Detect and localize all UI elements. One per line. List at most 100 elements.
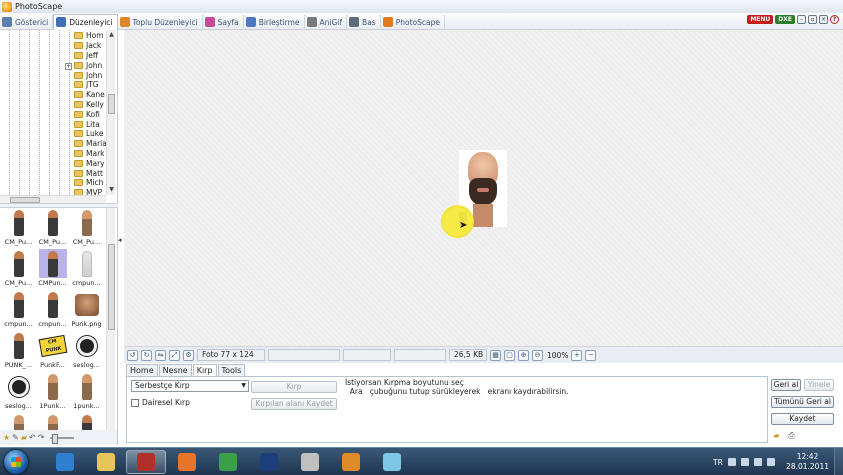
- rotate-right-icon[interactable]: ↻: [141, 349, 152, 361]
- taskbar-app-explorer[interactable]: [86, 450, 126, 474]
- thumbnail-item[interactable]: seslog...: [2, 372, 35, 413]
- thumbnail-item[interactable]: 1punk...: [70, 372, 103, 413]
- settings-icon[interactable]: ⚙: [183, 349, 194, 361]
- tab-4[interactable]: Birleştirme: [244, 14, 305, 30]
- circle-crop-checkbox[interactable]: [131, 398, 139, 407]
- thumbnail-scrollbar[interactable]: [106, 208, 115, 430]
- thumbnail-item[interactable]: seslog...: [70, 331, 103, 372]
- volume-icon[interactable]: [753, 458, 762, 466]
- tree-folder-item[interactable]: Mark: [74, 149, 108, 159]
- edit-tab-0[interactable]: Home: [126, 364, 158, 376]
- tree-folder-item[interactable]: Lita: [74, 119, 108, 129]
- thumbnail-item[interactable]: CM_Pu...: [70, 208, 103, 249]
- tree-folder-item[interactable]: Hom: [74, 31, 108, 41]
- thumbnail-item[interactable]: 1Punk...: [36, 372, 69, 413]
- circle-crop-checkbox-row[interactable]: Dairesel Kırp: [131, 398, 190, 407]
- taskbar-app-photoshop[interactable]: [249, 450, 289, 474]
- zoom-fit-icon[interactable]: ⊖: [532, 349, 543, 361]
- tree-horizontal-scrollbar[interactable]: [0, 195, 106, 203]
- menu-button[interactable]: MENU: [747, 15, 774, 24]
- forward-arrow-icon[interactable]: ↷: [38, 433, 45, 442]
- thumbnail-item[interactable]: 1punk...: [36, 413, 69, 430]
- open-folder-icon[interactable]: ▰: [771, 431, 782, 441]
- tab-5[interactable]: AniGif: [305, 14, 348, 30]
- tree-folder-item[interactable]: Mary: [74, 158, 108, 168]
- taskbar-app-photoscape[interactable]: [372, 450, 412, 474]
- save-crop-area-button[interactable]: Kırpılan alanı Kaydet: [251, 398, 337, 410]
- thumbnail-item[interactable]: CM_Pu...: [2, 249, 35, 290]
- thumbnail-item[interactable]: cmpun...: [2, 290, 35, 331]
- tree-folder-item[interactable]: Matt: [74, 168, 108, 178]
- undo-button[interactable]: Geri al: [771, 379, 801, 391]
- flag-icon[interactable]: [727, 458, 736, 466]
- tree-folder-item[interactable]: Mich: [74, 178, 108, 188]
- undo-all-button[interactable]: Tümünü Geri al: [771, 396, 834, 408]
- star-icon[interactable]: ★: [3, 433, 10, 442]
- help-icon[interactable]: ?: [830, 15, 839, 24]
- tab-3[interactable]: Sayfa: [203, 14, 244, 30]
- collapse-panel-arrow-icon[interactable]: ◂: [118, 236, 122, 244]
- image-canvas[interactable]: ➤: [124, 30, 843, 346]
- thumbnail-item[interactable]: PUNK_...: [2, 331, 35, 372]
- taskbar-app-ie[interactable]: [45, 450, 85, 474]
- redo-button[interactable]: Yinele: [804, 379, 834, 391]
- rotate-left-icon[interactable]: ↺: [127, 349, 138, 361]
- tree-folder-item[interactable]: Jack: [74, 41, 108, 51]
- dxe-button[interactable]: DXE: [775, 15, 795, 24]
- tab-6[interactable]: Bas: [347, 14, 381, 30]
- thumbnail-item[interactable]: CM_Pu...: [2, 208, 35, 249]
- restore-icon[interactable]: ▫: [808, 15, 817, 24]
- save-button[interactable]: Kaydet: [771, 413, 834, 425]
- show-desktop-button[interactable]: [834, 448, 843, 475]
- tree-folder-item[interactable]: John: [74, 60, 108, 70]
- zoom-actual-icon[interactable]: ⊕: [518, 349, 529, 361]
- network-icon[interactable]: [740, 458, 749, 466]
- clock[interactable]: 12:42 28.01.2011: [786, 452, 829, 472]
- thumbnail-item[interactable]: cmpun...: [70, 249, 103, 290]
- zoom-out-icon[interactable]: −: [585, 349, 597, 361]
- print-icon[interactable]: ⎙: [786, 431, 797, 441]
- grid-icon[interactable]: ▦: [490, 349, 501, 361]
- tree-folder-item[interactable]: Kofi: [74, 109, 108, 119]
- thumbnail-panel[interactable]: CM_Pu... CM_Pu... CM_Pu... CM_Pu... CMPun...…: [0, 208, 118, 430]
- thumbnail-item[interactable]: cmpun...: [36, 290, 69, 331]
- fit-icon[interactable]: ▢: [504, 349, 515, 361]
- thumbnail-item[interactable]: CM_Pu...: [36, 208, 69, 249]
- tree-folder-item[interactable]: Maria: [74, 139, 108, 149]
- scroll-down-arrow-icon[interactable]: ▼: [108, 186, 115, 193]
- flip-icon[interactable]: ⇋: [155, 349, 166, 361]
- scroll-thumb[interactable]: [108, 94, 115, 114]
- minimize-icon[interactable]: –: [797, 15, 806, 24]
- tree-folder-item[interactable]: JTG: [74, 80, 108, 90]
- taskbar-app-firefox[interactable]: [167, 450, 207, 474]
- taskbar-app-chrome[interactable]: [208, 450, 248, 474]
- folder-icon[interactable]: ▰: [21, 433, 27, 442]
- thumbnail-item[interactable]: Punk.png: [70, 290, 103, 331]
- scroll-up-arrow-icon[interactable]: ▲: [108, 31, 115, 38]
- tree-folder-item[interactable]: Jeff: [74, 51, 108, 61]
- tab-0[interactable]: Gösterici: [0, 14, 54, 30]
- thumbnail-item[interactable]: CM PUNK PunkF...: [36, 331, 69, 372]
- start-button[interactable]: [4, 450, 28, 474]
- tree-expander-icon[interactable]: +: [65, 63, 72, 70]
- power-icon[interactable]: [766, 458, 775, 466]
- tree-folder-item[interactable]: Kane: [74, 90, 108, 100]
- thumbnail-item[interactable]: CMPun...: [36, 249, 69, 290]
- resize-icon[interactable]: ⤢: [169, 349, 180, 361]
- tools-icon[interactable]: ✎: [12, 433, 19, 442]
- taskbar-app-app-red[interactable]: [126, 450, 166, 474]
- tree-folder-item[interactable]: Luke: [74, 129, 108, 139]
- crop-button[interactable]: Kırp: [251, 381, 337, 393]
- edit-tab-3[interactable]: Tools: [217, 364, 246, 376]
- taskbar-app-player[interactable]: [331, 450, 371, 474]
- scroll-thumb[interactable]: [108, 244, 115, 330]
- crop-mode-select[interactable]: Serbestçe Kırp ▼: [131, 380, 249, 392]
- edit-tab-1[interactable]: Nesne: [158, 364, 192, 376]
- thumbnail-item[interactable]: 35cmp...: [70, 413, 103, 430]
- thumbnail-size-slider[interactable]: [50, 433, 75, 444]
- zoom-in-icon[interactable]: +: [571, 349, 583, 361]
- back-arrow-icon[interactable]: ↶: [29, 433, 36, 442]
- folder-tree[interactable]: + Hom Jack Jeff John John JTG Kane Kelly Kofi Lit…: [0, 30, 118, 203]
- close-icon[interactable]: ×: [819, 15, 828, 24]
- tree-folder-item[interactable]: Kelly: [74, 100, 108, 110]
